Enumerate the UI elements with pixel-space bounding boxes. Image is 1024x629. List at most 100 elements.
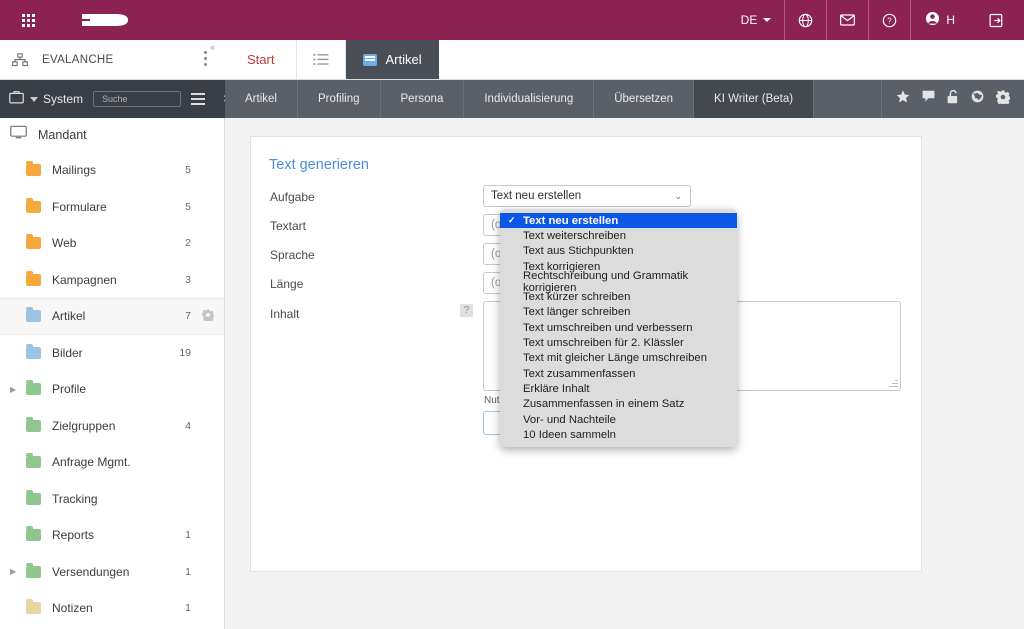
hamburger-icon[interactable] xyxy=(191,93,206,105)
sidebar-item-count: 5 xyxy=(185,200,191,213)
dropdown-option[interactable]: Text weiterschreiben xyxy=(500,228,737,243)
dropdown-option[interactable]: ✓ Text neu erstellen xyxy=(500,213,737,229)
search-box[interactable]: ✕ xyxy=(93,91,231,107)
sidebar-item-label: Kampagnen xyxy=(52,272,117,287)
sidebar-item-reports[interactable]: Reports 1 xyxy=(0,517,224,554)
help-icon[interactable]: ? xyxy=(868,0,910,40)
dropdown-option[interactable]: Zusammenfassen in einem Satz xyxy=(500,397,737,412)
main-content: Text generieren Aufgabe Textart Sprache … xyxy=(225,118,1024,629)
folder-icon xyxy=(26,234,41,250)
sidebar-item-anfrage-mgmt[interactable]: Anfrage Mgmt. xyxy=(0,444,224,481)
top-brand-bar: DE ? H xyxy=(0,0,1024,40)
module-tab-label: Übersetzen xyxy=(614,93,674,105)
sidebar-item-count: 2 xyxy=(185,237,191,250)
more-options-icon[interactable] xyxy=(204,51,207,69)
scope-selector[interactable]: System xyxy=(30,92,83,106)
dropdown-option-label: Text länger schreiben xyxy=(523,306,631,319)
sidebar-root-label: Mandant xyxy=(38,128,87,142)
tab-list-icon[interactable] xyxy=(297,40,347,79)
chevron-down-icon: ⌄ xyxy=(674,190,682,201)
tab-artikel[interactable]: Artikel xyxy=(346,40,439,79)
logout-icon[interactable] xyxy=(971,0,1024,40)
sidebar-item-label: Profile xyxy=(52,382,87,397)
sidebar-root-mandant[interactable]: Mandant xyxy=(0,118,224,152)
dropdown-option[interactable]: Rechtschreibung und Grammatik korrigiere… xyxy=(500,270,737,294)
gear-icon[interactable] xyxy=(201,309,215,324)
module-tab-profiling[interactable]: Profiling xyxy=(298,80,381,118)
sidebar-item-tracking[interactable]: Tracking xyxy=(0,481,224,518)
aufgabe-dropdown-menu[interactable]: ✓ Text neu erstellen Text weiterschreiben T… xyxy=(500,209,737,448)
module-tab-individualisierung[interactable]: Individualisierung xyxy=(464,80,595,118)
sidebar-item-list: Mailings 5 Formulare 5 Web 2 Kampagnen 3 Artikel… xyxy=(0,152,224,627)
tab-row: EVALANCHE « Start Artikel xyxy=(0,40,1024,80)
dropdown-option-label: Text aus Stichpunkten xyxy=(523,245,634,258)
sidebar-item-count: 19 xyxy=(179,346,191,359)
globe-icon[interactable] xyxy=(784,0,826,40)
star-icon[interactable] xyxy=(896,90,910,108)
dropdown-option-label: Text neu erstellen xyxy=(523,214,619,227)
dropdown-option[interactable]: Erkläre Inhalt xyxy=(500,381,737,396)
folder-icon xyxy=(26,416,41,432)
sidebar-item-kampagnen[interactable]: Kampagnen 3 xyxy=(0,262,224,299)
expand-arrow-icon[interactable]: ▶ xyxy=(10,385,16,394)
dropdown-option-label: Text mit gleicher Länge umschreiben xyxy=(523,352,707,365)
briefcase-icon[interactable] xyxy=(9,90,24,109)
globe-icon[interactable] xyxy=(971,90,984,108)
svg-text:?: ? xyxy=(888,16,893,25)
dropdown-option[interactable]: Text kürzer schreiben xyxy=(500,289,737,304)
dropdown-option[interactable]: Text aus Stichpunkten xyxy=(500,244,737,259)
aufgabe-select[interactable]: Text neu erstellen ⌄ xyxy=(483,185,691,207)
module-tab-persona[interactable]: Persona xyxy=(381,80,465,118)
dropdown-option[interactable]: Vor- und Nachteile xyxy=(500,412,737,427)
user-initial: H xyxy=(946,13,955,27)
check-icon: ✓ xyxy=(508,215,516,226)
sidebar-item-zielgruppen[interactable]: Zielgruppen 4 xyxy=(0,408,224,445)
help-icon[interactable]: ? xyxy=(460,304,473,317)
grid-apps-icon[interactable] xyxy=(8,13,48,27)
dropdown-option[interactable]: 10 Ideen sammeln xyxy=(500,427,737,442)
resize-handle[interactable] xyxy=(888,378,898,388)
dropdown-option[interactable]: Text mit gleicher Länge umschreiben xyxy=(500,351,737,366)
dropdown-option-label: Text umschreiben und verbessern xyxy=(523,321,693,334)
unlock-icon[interactable] xyxy=(947,89,959,109)
language-selector[interactable]: DE xyxy=(728,0,785,40)
chevron-down-icon xyxy=(763,18,772,22)
folder-icon xyxy=(26,161,41,177)
chevron-down-icon xyxy=(30,96,38,102)
sidebar-item-mailings[interactable]: Mailings 5 xyxy=(0,152,224,189)
sidebar-item-web[interactable]: Web 2 xyxy=(0,225,224,262)
folder-icon xyxy=(26,307,41,323)
dropdown-option[interactable]: Text umschreiben und verbessern xyxy=(500,320,737,335)
expand-arrow-icon[interactable]: ▶ xyxy=(10,567,16,576)
sidebar-item-formulare[interactable]: Formulare 5 xyxy=(0,189,224,226)
mail-icon[interactable] xyxy=(826,0,868,40)
tab-start[interactable]: Start xyxy=(225,40,298,79)
comment-icon[interactable] xyxy=(922,90,935,108)
sidebar-item-label: Tracking xyxy=(52,491,98,506)
evalanche-logo[interactable] xyxy=(76,4,144,37)
label-laenge: Länge xyxy=(270,277,304,291)
dropdown-option[interactable]: Text länger schreiben xyxy=(500,305,737,320)
collapse-sidebar-icon[interactable]: « xyxy=(210,42,215,52)
instance-name: EVALANCHE xyxy=(42,53,114,66)
dropdown-option[interactable]: Text umschreiben für 2. Klässler xyxy=(500,335,737,350)
sidebar-item-notizen[interactable]: Notizen 1 xyxy=(0,590,224,627)
sidebar-toolbar: System ✕ xyxy=(0,80,231,118)
gear-icon[interactable] xyxy=(995,90,1011,109)
dropdown-option-label: Text weiterschreiben xyxy=(523,229,626,242)
sidebar-item-label: Reports xyxy=(52,528,95,543)
sidebar-item-count: 4 xyxy=(185,419,191,432)
module-tab-label: Profiling xyxy=(317,93,360,105)
label-aufgabe: Aufgabe xyxy=(270,190,315,204)
sidebar-item-artikel[interactable]: Artikel 7 xyxy=(0,298,224,335)
module-tab-artikel[interactable]: Artikel xyxy=(225,80,298,118)
module-tab-ki-writer[interactable]: KI Writer (Beta) xyxy=(694,80,815,118)
user-menu[interactable]: H xyxy=(910,0,971,40)
avatar xyxy=(925,11,940,29)
dropdown-option-label: Vor- und Nachteile xyxy=(523,413,616,426)
sidebar-item-versendungen[interactable]: ▶ Versendungen 1 xyxy=(0,554,224,591)
sidebar-item-bilder[interactable]: Bilder 19 xyxy=(0,335,224,372)
dropdown-option[interactable]: Text zusammenfassen xyxy=(500,366,737,381)
module-tab-uebersetzen[interactable]: Übersetzen xyxy=(594,80,695,118)
sidebar-item-profile[interactable]: ▶ Profile xyxy=(0,371,224,408)
